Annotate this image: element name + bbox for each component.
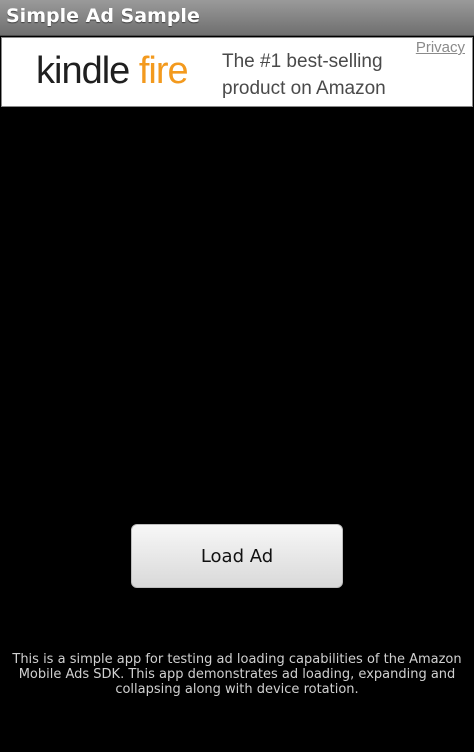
description-line: Mobile Ads SDK. This app demonstrates ad… (18, 667, 456, 682)
ad-tagline[interactable]: The #1 best-selling product on Amazon (222, 48, 402, 102)
load-ad-button[interactable]: Load Ad (131, 524, 343, 588)
ad-tagline-line: The #1 best-selling (222, 51, 383, 72)
logo-kindle-text: kindle (36, 50, 130, 92)
app-screen: Simple Ad Sample kindle fire The #1 best… (0, 0, 474, 752)
logo-fire-text: fire (138, 50, 189, 92)
app-title: Simple Ad Sample (6, 5, 200, 27)
description-line: collapsing along with device rotation. (115, 682, 359, 697)
kindle-fire-logo[interactable]: kindle fire (36, 49, 189, 93)
privacy-link[interactable]: Privacy (416, 39, 465, 56)
app-description: This is a simple app for testing ad load… (10, 652, 464, 697)
ad-tagline-line: product on Amazon (222, 78, 386, 99)
ad-banner[interactable]: kindle fire The #1 best-selling product … (1, 37, 473, 107)
title-bar: Simple Ad Sample (0, 0, 474, 36)
description-line: This is a simple app for testing ad load… (12, 652, 462, 667)
load-ad-button-label: Load Ad (200, 545, 274, 567)
